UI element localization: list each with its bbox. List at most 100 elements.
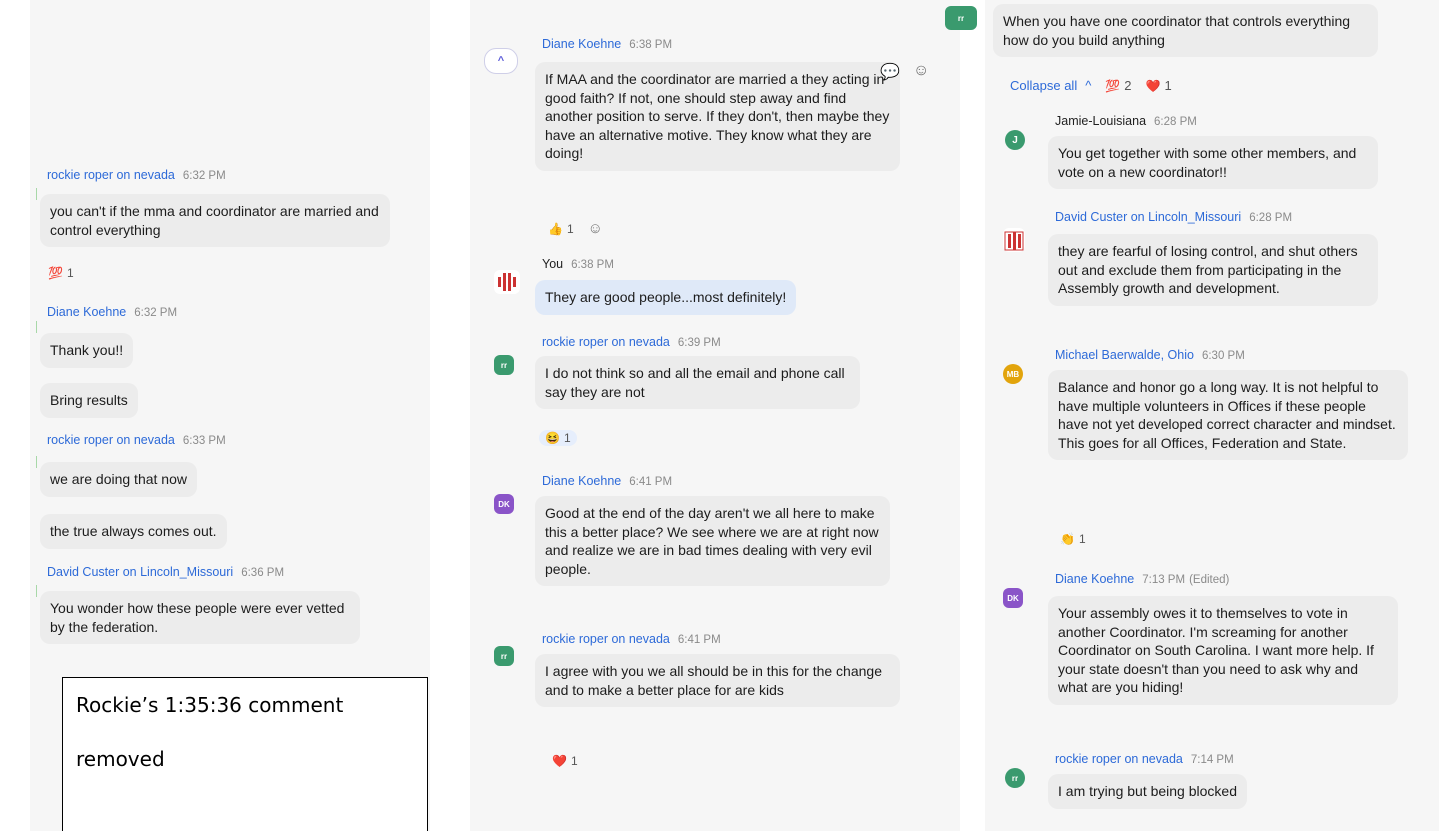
message-header: Diane Koehne 6:41 PM [542, 474, 672, 488]
avatar: rr [494, 646, 514, 666]
message-time: 7:14 PM [1190, 754, 1234, 766]
message-bubble[interactable]: Balance and honor go a long way. It is n… [1048, 370, 1408, 460]
message-header: Diane Koehne 7:13 PM (Edited) [1055, 572, 1229, 586]
message-bubble[interactable]: you can't if the mma and coordinator are… [40, 194, 390, 247]
collapse-all-button[interactable]: Collapse all [1010, 78, 1077, 93]
author-name[interactable]: Diane Koehne [542, 37, 621, 51]
message-bubble[interactable]: When you have one coordinator that contr… [993, 4, 1378, 57]
message-bubble[interactable]: they are fearful of losing control, and … [1048, 234, 1378, 306]
message-bubble[interactable]: Bring results [40, 383, 138, 418]
message-bubble[interactable]: I do not think so and all the email and … [535, 356, 860, 409]
avatar: rr [945, 6, 977, 30]
author-name[interactable]: rockie roper on nevada [1055, 752, 1183, 766]
reaction-count: 2 [1124, 78, 1132, 93]
author-name[interactable]: Michael Baerwalde, Ohio [1055, 348, 1194, 362]
message-time: 6:38 PM [571, 259, 614, 271]
message-header: rockie roper on nevada 7:14 PM [1055, 752, 1234, 766]
author-name[interactable]: David Custer on Lincoln_Missouri [47, 565, 233, 579]
reply-thread-icon[interactable]: 💬 [880, 62, 900, 82]
message-time: 6:32 PM [182, 170, 226, 182]
hundred-points-icon: 💯 [48, 266, 63, 280]
message-time: 6:39 PM [677, 337, 721, 349]
reaction-count: 1 [1164, 78, 1172, 93]
message-header: Michael Baerwalde, Ohio 6:30 PM [1055, 348, 1245, 362]
message-bubble[interactable]: the true always comes out. [40, 514, 227, 549]
heart-icon[interactable]: ❤️ [1146, 79, 1161, 93]
message-bubble[interactable]: Good at the end of the day aren't we all… [535, 496, 890, 586]
message-bubble[interactable]: we are doing that now [40, 462, 197, 497]
message-time: 6:41 PM [677, 634, 721, 646]
message-time: 6:28 PM [1154, 116, 1197, 128]
message-header: rockie roper on nevada 6:41 PM [542, 632, 721, 646]
reaction[interactable]: 😆 1 [539, 430, 577, 446]
message-time: 6:36 PM [241, 567, 285, 579]
reaction-count: 1 [66, 266, 74, 280]
flag-avatar-icon [1004, 231, 1024, 251]
reaction-count: 1 [566, 221, 574, 236]
annotation-box: Rockie’s 1:35:36 comment removed [62, 677, 428, 831]
scroll-up-button[interactable]: ^ [484, 48, 518, 74]
hundred-points-icon[interactable]: 💯 [1105, 79, 1120, 93]
message-header: rockie roper on nevada 6:39 PM [542, 335, 721, 349]
thread-marker [36, 585, 37, 597]
avatar: MB [1003, 364, 1023, 384]
message-bubble[interactable]: Your assembly owes it to themselves to v… [1048, 596, 1398, 705]
annotation-line: removed [76, 747, 165, 771]
heart-icon: ❤️ [552, 754, 567, 768]
author-name[interactable]: Diane Koehne [542, 474, 621, 488]
author-name[interactable]: David Custer on Lincoln_Missouri [1055, 210, 1241, 224]
message-bubble[interactable]: If MAA and the coordinator are married a… [535, 62, 900, 171]
message-time: 6:33 PM [182, 435, 226, 447]
avatar: DK [1003, 588, 1023, 608]
author-name[interactable]: Diane Koehne [1055, 572, 1134, 586]
message-header: rockie roper on nevada 6:33 PM [47, 433, 226, 447]
thread-marker [36, 456, 37, 468]
author-name[interactable]: Jamie-Louisiana [1055, 114, 1146, 128]
avatar [1003, 228, 1025, 252]
reaction-count: 1 [563, 431, 571, 445]
author-name[interactable]: You [542, 257, 563, 271]
add-reaction-icon[interactable]: ☺ [588, 220, 603, 237]
chevron-up-icon: ^ [497, 55, 505, 67]
author-name[interactable]: Diane Koehne [47, 305, 126, 319]
author-name[interactable]: rockie roper on nevada [47, 433, 175, 447]
message-header: David Custer on Lincoln_Missouri 6:28 PM [1055, 210, 1292, 224]
author-name[interactable]: rockie roper on nevada [542, 632, 670, 646]
annotation-line: Rockie’s 1:35:36 comment [76, 693, 344, 717]
message-time: 7:13 PM [1142, 574, 1186, 586]
laughing-face-icon: 😆 [545, 431, 560, 445]
message-header: Diane Koehne 6:38 PM [542, 37, 672, 51]
message-header: Diane Koehne 6:32 PM [47, 305, 177, 319]
message-bubble[interactable]: You wonder how these people were ever ve… [40, 591, 360, 644]
flag-avatar-icon [498, 273, 516, 291]
add-reaction-icon[interactable]: ☺ [913, 62, 929, 80]
message-bubble[interactable]: Thank you!! [40, 333, 134, 368]
avatar: J [1005, 130, 1025, 150]
thread-marker [36, 188, 37, 200]
reaction[interactable]: ❤️ 1 [552, 754, 578, 768]
message-bubble[interactable]: I agree with you we all should be in thi… [535, 654, 900, 707]
reaction-count: 1 [570, 754, 578, 768]
edited-label: (Edited) [1189, 574, 1230, 586]
message-bubble[interactable]: I am trying but being blocked [1048, 774, 1247, 809]
message-bubble[interactable]: They are good people...most definitely! [535, 280, 797, 315]
avatar [494, 270, 520, 294]
avatar: rr [1005, 768, 1025, 788]
message-time: 6:41 PM [629, 476, 673, 488]
avatar: DK [494, 494, 514, 514]
message-time: 6:32 PM [134, 307, 178, 319]
message-bubble[interactable]: You get together with some other members… [1048, 136, 1378, 189]
author-name[interactable]: rockie roper on nevada [47, 168, 175, 182]
reaction[interactable]: 👍 1 ☺ [548, 220, 603, 237]
thread-marker [36, 321, 37, 333]
reaction-count: 1 [1078, 532, 1086, 546]
message-time: 6:28 PM [1249, 212, 1293, 224]
reaction[interactable]: 👏 1 [1060, 532, 1086, 546]
chevron-up-icon[interactable]: ^ [1085, 78, 1091, 93]
message-header: Jamie-Louisiana 6:28 PM [1055, 114, 1197, 128]
thumbs-up-icon: 👍 [548, 221, 563, 236]
message-time: 6:30 PM [1201, 350, 1245, 362]
author-name[interactable]: rockie roper on nevada [542, 335, 670, 349]
clapping-hands-icon: 👏 [1060, 532, 1075, 546]
reaction[interactable]: 💯 1 [48, 266, 74, 280]
